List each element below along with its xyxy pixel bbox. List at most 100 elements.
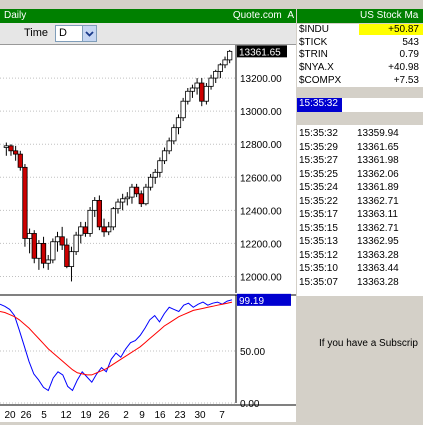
candle-body (157, 160, 163, 173)
candle-body (92, 200, 98, 211)
candle-body (143, 186, 149, 205)
candle-body (134, 186, 140, 195)
last-price-label: 13361.65 (239, 47, 281, 58)
candle-body (17, 153, 23, 168)
y-tick-label: 12800.00 (240, 140, 282, 151)
tick-row: 15:35:24 13361.89 (297, 182, 423, 196)
market-panel-title: US Stock Ma (360, 10, 419, 21)
chart-source-label: Quote.com A (232, 10, 294, 21)
tick-time: 15:35:27 (299, 155, 338, 166)
x-tick-label: 26 (98, 410, 110, 421)
x-tick-label: 12 (60, 410, 72, 421)
candle-body (87, 209, 93, 234)
chart-period-label: Daily (4, 10, 27, 21)
tick-time: 15:35:24 (299, 182, 338, 193)
subscribe-message: If you have a Subscrip (319, 338, 418, 349)
index-row-indu[interactable]: $INDU +50.87 (297, 24, 423, 37)
y-tick-label: 12400.00 (240, 206, 282, 217)
candle-body (138, 193, 144, 205)
candle-body (26, 233, 33, 239)
candle-body (106, 226, 112, 233)
index-value: +50.87 (359, 24, 423, 35)
chevron-down-icon[interactable] (82, 26, 96, 41)
candle-body (129, 186, 135, 198)
chart-toolbar: Time D (0, 23, 296, 45)
candle-body (3, 145, 9, 148)
candle-body (199, 82, 205, 102)
time-select-value: D (59, 27, 67, 39)
candle-body (152, 171, 158, 178)
tick-price: 13363.11 (357, 209, 398, 220)
osc-y-tick-label: 50.00 (240, 347, 265, 358)
market-panel-title-bar: US Stock Ma (297, 9, 423, 23)
tick-time: 15:35:17 (299, 209, 338, 220)
tick-price: 13363.28 (357, 249, 399, 261)
candle-body (175, 117, 182, 129)
candle-body (208, 77, 214, 87)
x-tick-label: 2 (123, 410, 129, 421)
x-tick-label: 7 (219, 410, 225, 421)
candle-body (59, 236, 65, 246)
tick-row: 15:35:32 13359.94 (297, 128, 423, 142)
tick-row: 15:35:22 13362.71 (297, 196, 423, 210)
tick-price: 13362.95 (357, 236, 399, 247)
candle-body (227, 50, 233, 61)
x-tick-label: 16 (154, 410, 166, 421)
tick-row: 15:35:17 13363.11 (297, 209, 423, 223)
chart-title-bar: Daily Quote.com A (0, 9, 296, 23)
tick-price: 13359.94 (357, 128, 399, 139)
tick-row: 15:35:07 13363.28 (297, 277, 423, 291)
index-row-compx[interactable]: $COMPX +7.53 (297, 74, 423, 88)
tick-price: 13361.98 (357, 155, 399, 166)
x-tick-label: 30 (194, 410, 206, 421)
index-symbol: $INDU (299, 24, 330, 35)
time-select[interactable]: D (55, 25, 97, 42)
tick-time: 15:35:10 (299, 263, 338, 274)
index-row-tick[interactable]: $TICK 543 (297, 36, 423, 50)
tick-time: 15:35:25 (299, 168, 338, 180)
candle-body (203, 85, 210, 102)
tick-price: 13362.06 (357, 168, 399, 180)
candle-body (22, 166, 28, 239)
tick-time: 15:35:29 (299, 141, 338, 153)
tick-row: 15:35:25 13362.06 (297, 169, 423, 183)
candle-body (222, 59, 228, 66)
candle-body (161, 150, 168, 162)
candle-body (189, 87, 196, 92)
tick-row: 15:35:27 13361.98 (297, 155, 423, 169)
x-tick-label: 5 (41, 410, 47, 421)
candle-body (78, 226, 84, 236)
index-symbol: $COMPX (299, 74, 342, 86)
x-tick-label: 26 (20, 410, 32, 421)
candle-body (171, 127, 177, 142)
osc-series-line-1 (0, 299, 233, 392)
price-chart-area: 13200.00 13000.00 12800.00 12600.00 12400.00… (0, 45, 296, 422)
tick-price: 13361.89 (357, 182, 399, 193)
tick-time: 15:35:07 (299, 276, 338, 288)
index-value: 0.79 (399, 49, 419, 61)
candle-body (31, 233, 37, 259)
tick-time: 15:35:12 (299, 249, 338, 261)
tick-row: 15:35:12 13363.28 (297, 250, 423, 264)
x-tick-label: 20 (4, 410, 16, 421)
candle-body (120, 198, 126, 203)
index-row-trin[interactable]: $TRIN 0.79 (297, 49, 423, 62)
candle-body (36, 242, 42, 259)
index-row-nyax[interactable]: $NYA.X +40.98 (297, 62, 423, 75)
index-value: +7.53 (393, 74, 419, 86)
candle-body (115, 201, 121, 210)
current-time-bar: 15:35:32 (297, 98, 423, 112)
subscribe-panel: If you have a Subscrip (297, 296, 423, 422)
index-symbol: $TRIN (299, 49, 328, 61)
candle-body (40, 242, 47, 264)
candle-body (185, 90, 191, 102)
candle-body (166, 140, 172, 152)
candle-body (50, 241, 56, 261)
osc-series-line-2 (0, 301, 233, 376)
candle-body (13, 150, 19, 155)
tick-time: 15:35:32 (299, 128, 338, 139)
tick-price: 13361.65 (357, 141, 399, 153)
candle-body (180, 100, 186, 119)
tick-time: 15:35:13 (299, 236, 338, 247)
y-tick-label: 12600.00 (240, 173, 282, 184)
